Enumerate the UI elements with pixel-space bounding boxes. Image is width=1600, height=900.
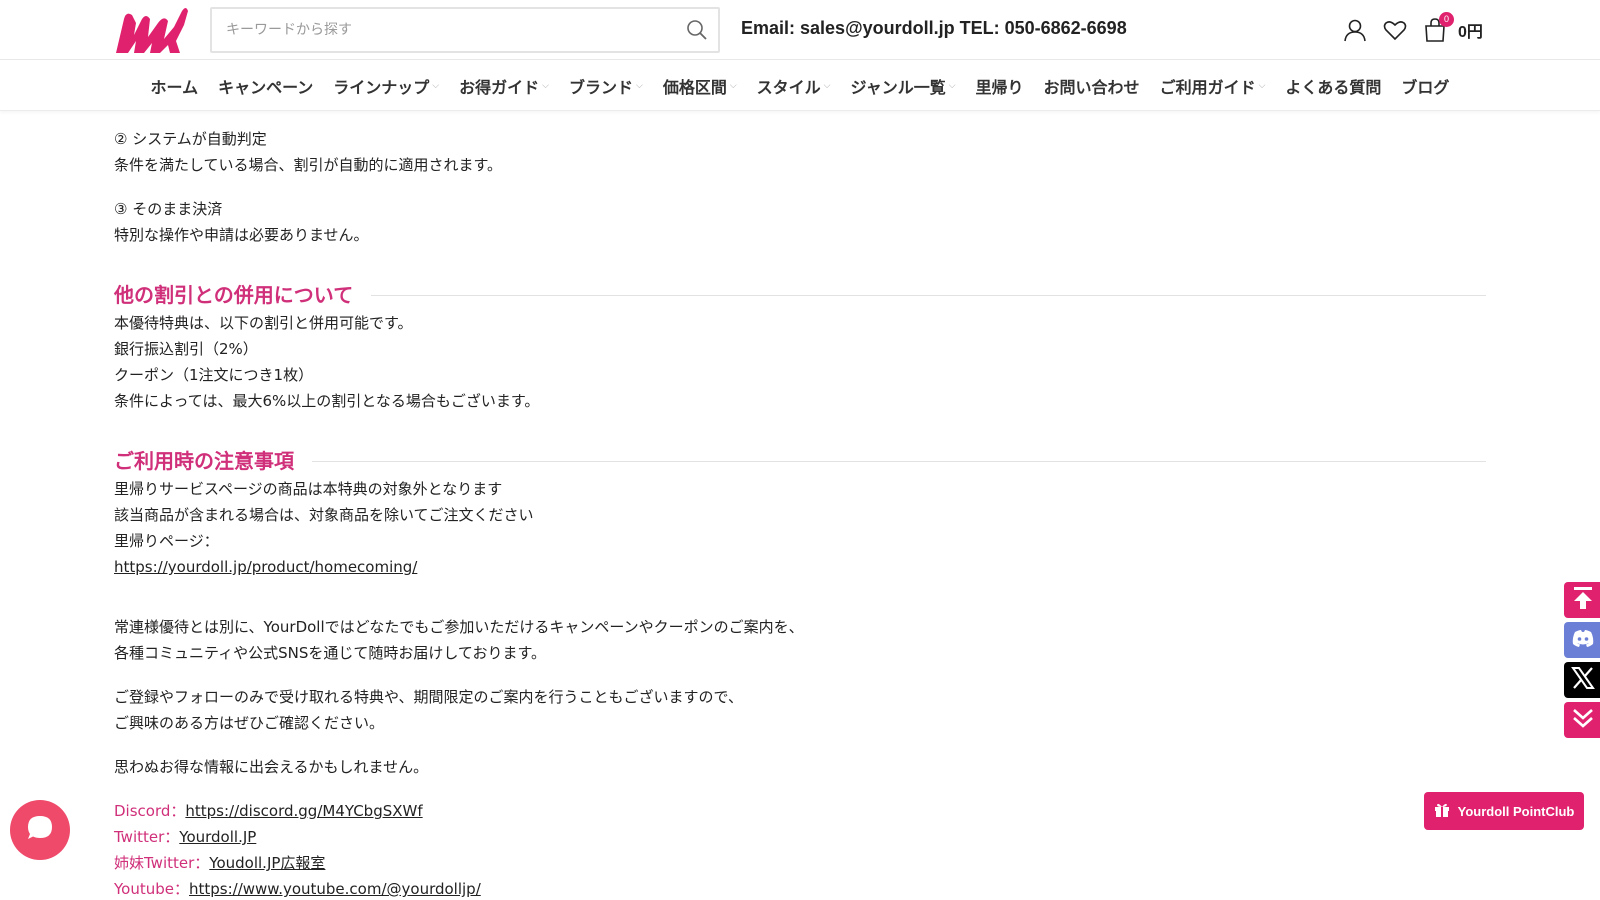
- section-heading: 他の割引との併用について: [114, 283, 354, 307]
- step-2-title: ② システムが自動判定: [114, 130, 267, 148]
- nav-item[interactable]: 価格区間 ⌵: [653, 74, 747, 98]
- double-chevron-down-icon: [1571, 706, 1595, 734]
- nav-item-label: ご利用ガイド: [1159, 78, 1256, 97]
- x-twitter-button[interactable]: [1564, 662, 1600, 698]
- chevron-down-icon: ⌵: [1258, 81, 1266, 91]
- chat-widget-button[interactable]: [10, 800, 70, 860]
- section-heading: ご利用時の注意事項: [114, 449, 294, 473]
- section-line: 里帰りサービスページの商品は本特典の対象外となります: [114, 480, 503, 498]
- social-youtube: Youtube：https://www.youtube.com/@yourdol…: [114, 876, 1486, 900]
- paragraph-line: 常連様優待とは別に、YourDollではどなたでもご参加いただけるキャンペーンや…: [114, 618, 804, 636]
- nav-item-label: ブランド: [568, 78, 633, 97]
- search-icon[interactable]: [686, 19, 708, 41]
- search-input[interactable]: [212, 9, 652, 51]
- cart-total[interactable]: 0円: [1458, 18, 1483, 42]
- step-3-text: 特別な操作や申請は必要ありません。: [114, 226, 369, 244]
- sister-twitter-link[interactable]: Youdoll.JP広報室: [209, 854, 325, 872]
- section-combined-discounts: 他の割引との併用について: [114, 280, 1486, 310]
- section-line: 銀行振込割引（2%）: [114, 340, 258, 358]
- nav-item[interactable]: ホーム: [141, 74, 209, 98]
- nav-item-label: ホーム: [150, 78, 199, 97]
- nav-item-label: 価格区間: [662, 78, 727, 97]
- nav-item[interactable]: お問い合わせ: [1034, 74, 1150, 98]
- nav-item[interactable]: ラインナップ ⌵: [323, 74, 449, 98]
- section-usage-notes: ご利用時の注意事項: [114, 446, 1486, 476]
- nav-item-label: お得ガイド: [459, 78, 540, 97]
- main-navigation: ホーム キャンペーン ラインナップ ⌵ お得ガイド ⌵ ブランド ⌵ 価格区間 ⌵ スタイル ⌵ ジャン…: [0, 61, 1600, 111]
- site-header: Email: sales@yourdoll.jp TEL: 050-6862-6…: [0, 0, 1600, 60]
- nav-item-label: キャンペーン: [218, 78, 314, 97]
- social-label: Twitter：: [114, 828, 180, 846]
- nav-item[interactable]: キャンペーン: [208, 74, 323, 98]
- nav-item-label: お問い合わせ: [1043, 78, 1140, 97]
- arrow-up-to-top-icon: [1572, 586, 1594, 614]
- social-label: Discord：: [114, 802, 186, 820]
- article-content: ② システムが自動判定 条件を満たしている場合、割引が自動的に適用されます。 ③…: [114, 126, 1486, 900]
- chevron-down-icon: ⌵: [542, 81, 549, 91]
- cart-count-badge: 0: [1439, 12, 1454, 27]
- discord-link[interactable]: https://discord.gg/M4YCbgSXWf: [185, 802, 422, 820]
- paragraph-line: ご興味のある方はぜひご確認ください。: [114, 714, 385, 732]
- search-bar: [210, 7, 720, 53]
- social-links: Discord：https://discord.gg/M4YCbgSXWf Tw…: [114, 798, 1486, 900]
- nav-item[interactable]: スタイル ⌵: [747, 74, 841, 98]
- chevron-down-icon: ⌵: [729, 81, 737, 91]
- section-line: 該当商品が含まれる場合は、対象商品を除いてご注文ください: [114, 506, 534, 524]
- x-logo-icon: [1571, 666, 1595, 694]
- pointclub-button[interactable]: Yourdoll PointClub: [1424, 792, 1584, 830]
- nav-item[interactable]: お得ガイド ⌵: [449, 74, 559, 98]
- social-label: 姉妹Twitter：: [114, 854, 210, 872]
- nav-item-label: ジャンル一覧: [850, 78, 946, 97]
- discord-button[interactable]: [1564, 622, 1600, 658]
- contact-info: Email: sales@yourdoll.jp TEL: 050-6862-6…: [741, 18, 1127, 38]
- heading-divider: [312, 460, 1486, 462]
- nav-item-label: よくある質問: [1285, 78, 1382, 97]
- chevron-down-icon: ⌵: [432, 81, 440, 91]
- social-twitter: Twitter：Yourdoll.JP: [114, 824, 1486, 850]
- discord-icon: [1571, 629, 1595, 651]
- twitter-link[interactable]: Yourdoll.JP: [179, 828, 256, 846]
- pointclub-label: Yourdoll PointClub: [1457, 803, 1575, 819]
- social-discord: Discord：https://discord.gg/M4YCbgSXWf: [114, 798, 1486, 824]
- wishlist-heart-icon[interactable]: [1382, 17, 1408, 43]
- cart-icon[interactable]: 0: [1422, 12, 1454, 43]
- closing-line: 思わぬお得な情報に出会えるかもしれません。: [114, 758, 429, 776]
- chevron-down-icon: ⌵: [635, 81, 643, 91]
- account-icon[interactable]: [1342, 17, 1368, 43]
- youtube-link[interactable]: https://www.youtube.com/@yourdolljp/: [189, 880, 481, 898]
- chevron-down-icon: ⌵: [823, 81, 831, 91]
- section-line: 条件によっては、最大6%以上の割引となる場合もございます。: [114, 392, 540, 410]
- section-line: 本優待特典は、以下の割引と併用可能です。: [114, 314, 413, 332]
- nav-item-label: ブログ: [1401, 78, 1450, 97]
- social-sister-twitter: 姉妹Twitter：Youdoll.JP広報室: [114, 850, 1486, 876]
- header-actions: 0 0円: [1342, 12, 1483, 43]
- paragraph-line: ご登録やフォローのみで受け取れる特典や、期間限定のご案内を行うこともございますの…: [114, 688, 743, 706]
- paragraph-line: 各種コミュニティや公式SNSを通じて随時お届けしております。: [114, 644, 546, 662]
- scroll-to-bottom-button[interactable]: [1564, 702, 1600, 738]
- nav-item[interactable]: ブログ: [1391, 74, 1459, 98]
- social-label: Youtube：: [114, 880, 189, 898]
- campaign-paragraph: 常連様優待とは別に、YourDollではどなたでもご参加いただけるキャンペーンや…: [114, 614, 1486, 666]
- section-line: 里帰りページ：: [114, 532, 219, 550]
- nav-item-label: ラインナップ: [333, 78, 430, 97]
- site-logo[interactable]: [114, 5, 190, 55]
- heading-divider: [371, 294, 1486, 296]
- nav-item[interactable]: 里帰り: [966, 74, 1034, 98]
- chat-bubble-icon: [25, 813, 55, 847]
- nav-item[interactable]: ジャンル一覧 ⌵: [841, 74, 966, 98]
- nav-item-label: 里帰り: [975, 78, 1024, 97]
- nav-item[interactable]: ご利用ガイド ⌵: [1150, 74, 1276, 98]
- nav-item[interactable]: よくある質問: [1275, 74, 1391, 98]
- section-line: クーポン（1注文につき1枚）: [114, 366, 314, 384]
- step-2-text: 条件を満たしている場合、割引が自動的に適用されます。: [114, 156, 503, 174]
- step-3-title: ③ そのまま決済: [114, 200, 223, 218]
- nav-item[interactable]: ブランド ⌵: [559, 74, 653, 98]
- scroll-to-top-button[interactable]: [1564, 582, 1600, 618]
- chevron-down-icon: ⌵: [948, 81, 956, 91]
- gift-icon: [1434, 802, 1458, 821]
- nav-item-label: スタイル: [756, 78, 821, 97]
- homecoming-link[interactable]: https://yourdoll.jp/product/homecoming/: [114, 558, 417, 576]
- follow-paragraph: ご登録やフォローのみで受け取れる特典や、期間限定のご案内を行うこともございますの…: [114, 684, 1486, 736]
